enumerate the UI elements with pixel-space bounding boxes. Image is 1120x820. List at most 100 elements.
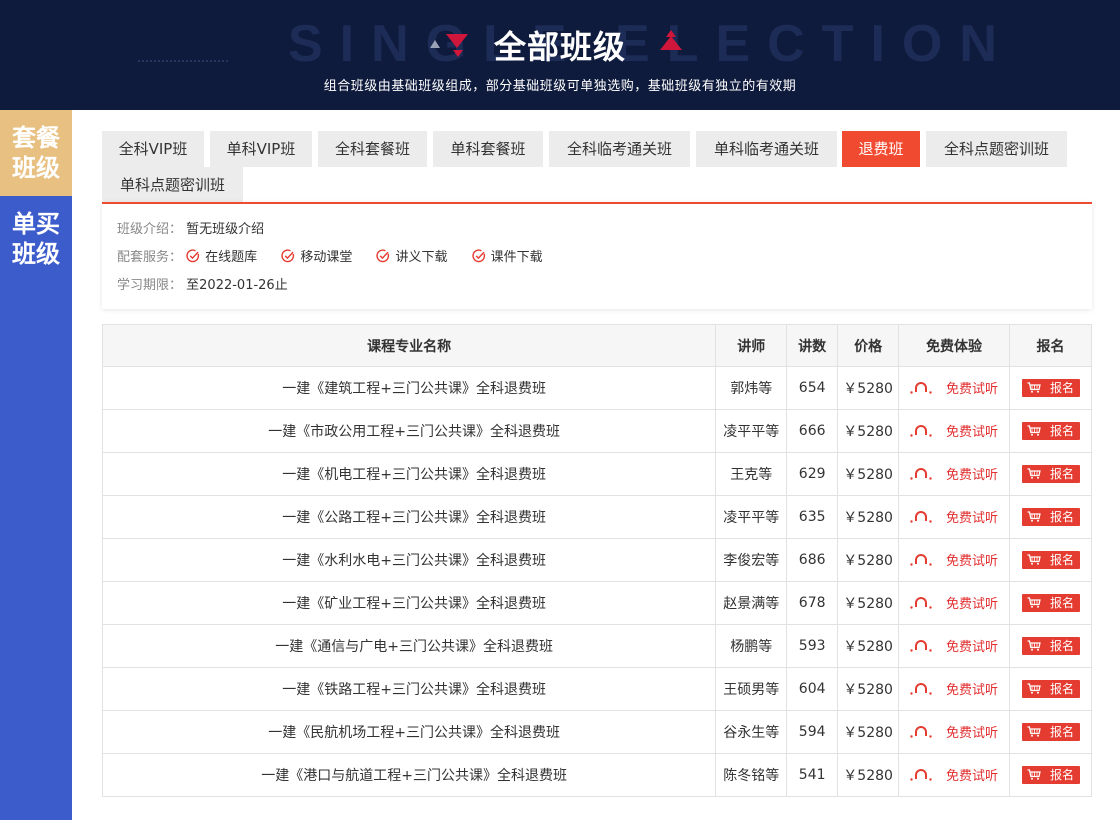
course-lectures: 604: [786, 667, 839, 711]
table-row: 一建《港口与航道工程+三门公共课》全科退费班 陈冬铭等 541 ￥5280 免费试听 报名: [101, 753, 1092, 797]
trial-cell: 免费试听: [898, 581, 1011, 625]
check-circle-icon: [281, 249, 295, 263]
check-circle-icon: [376, 249, 390, 263]
enroll-button[interactable]: 报名: [1021, 464, 1080, 483]
course-price: ￥5280: [837, 452, 900, 496]
trial-cell: 免费试听: [898, 538, 1011, 582]
enroll-button[interactable]: 报名: [1021, 421, 1080, 440]
page-title: 全部班级: [493, 28, 626, 66]
enroll-cell: 报名: [1009, 452, 1092, 496]
headphone-icon: [910, 382, 932, 394]
service-label: 移动课堂: [300, 250, 353, 265]
enroll-button[interactable]: 报名: [1021, 636, 1080, 655]
free-trial-label: 免费试听: [946, 639, 999, 655]
tab-single-vip[interactable]: 单科VIP班: [210, 131, 312, 167]
trial-cell: 免费试听: [898, 753, 1011, 797]
free-trial-label: 免费试听: [946, 553, 999, 569]
tab-single-exam-pass[interactable]: 单科临考通关班: [696, 131, 837, 167]
tab-all-vip[interactable]: 全科VIP班: [102, 131, 204, 167]
enroll-button[interactable]: 报名: [1021, 722, 1080, 741]
services-row: 配套服务： 在线题库 移动课堂 讲义下载 课件下载: [117, 248, 563, 268]
headphone-icon: [910, 640, 932, 652]
service-item: 在线题库: [186, 248, 257, 268]
tab-all-package[interactable]: 全科套餐班: [318, 131, 427, 167]
course-teacher: 王克等: [715, 452, 788, 496]
course-name: 一建《铁路工程+三门公共课》全科退费班: [101, 667, 717, 711]
free-trial-link[interactable]: 免费试听: [910, 593, 998, 612]
trial-cell: 免费试听: [898, 667, 1011, 711]
course-lectures: 686: [786, 538, 839, 582]
course-lectures: 541: [786, 753, 839, 797]
enroll-button[interactable]: 报名: [1021, 378, 1080, 397]
free-trial-link[interactable]: 免费试听: [910, 679, 998, 698]
column-header-trial: 免费体验: [898, 324, 1011, 367]
enroll-button[interactable]: 报名: [1021, 593, 1080, 612]
column-header-enroll: 报名: [1009, 324, 1092, 367]
tab-all-key-points[interactable]: 全科点题密训班: [926, 131, 1067, 167]
enroll-label: 报名: [1050, 510, 1075, 525]
services-label: 配套服务：: [117, 250, 183, 265]
free-trial-label: 免费试听: [946, 467, 999, 483]
free-trial-link[interactable]: 免费试听: [910, 464, 998, 483]
course-teacher: 赵景满等: [715, 581, 788, 625]
headphone-icon: [910, 468, 932, 480]
enroll-label: 报名: [1050, 467, 1075, 482]
class-intro-value: 暂无班级介绍: [186, 222, 265, 237]
sidebar-item-package-class[interactable]: 套餐 班级: [0, 110, 72, 196]
course-teacher: 凌平平等: [715, 409, 788, 453]
class-info-panel: 班级介绍： 暂无班级介绍 配套服务： 在线题库 移动课堂 讲义下载 课件下载 学…: [102, 202, 1092, 309]
table-header-row: 课程专业名称 讲师 讲数 价格 免费体验 报名: [101, 324, 1092, 367]
course-name: 一建《矿业工程+三门公共课》全科退费班: [101, 581, 717, 625]
tab-all-exam-pass[interactable]: 全科临考通关班: [549, 131, 690, 167]
headphone-icon: [910, 511, 932, 523]
enroll-button[interactable]: 报名: [1021, 507, 1080, 526]
enroll-cell: 报名: [1009, 667, 1092, 711]
course-lectures: 593: [786, 624, 839, 668]
tab-refund-class[interactable]: 退费班: [842, 131, 920, 167]
headphone-icon: [910, 554, 932, 566]
course-name: 一建《民航机场工程+三门公共课》全科退费班: [101, 710, 717, 754]
check-circle-icon: [186, 249, 200, 263]
enroll-button[interactable]: 报名: [1021, 765, 1080, 784]
sidebar-item-label: 套餐: [12, 124, 60, 152]
free-trial-label: 免费试听: [946, 682, 999, 698]
trial-cell: 免费试听: [898, 624, 1011, 668]
free-trial-label: 免费试听: [946, 424, 999, 440]
enroll-cell: 报名: [1009, 710, 1092, 754]
table-row: 一建《矿业工程+三门公共课》全科退费班 赵景满等 678 ￥5280 免费试听 报名: [101, 581, 1092, 625]
free-trial-link[interactable]: 免费试听: [910, 722, 998, 741]
tab-single-package[interactable]: 单科套餐班: [433, 131, 543, 167]
course-teacher: 谷永生等: [715, 710, 788, 754]
enroll-cell: 报名: [1009, 753, 1092, 797]
enroll-button[interactable]: 报名: [1021, 550, 1080, 569]
trial-cell: 免费试听: [898, 710, 1011, 754]
free-trial-link[interactable]: 免费试听: [910, 421, 998, 440]
enroll-cell: 报名: [1009, 409, 1092, 453]
free-trial-link[interactable]: 免费试听: [910, 765, 998, 784]
course-lectures: 635: [786, 495, 839, 539]
free-trial-link[interactable]: 免费试听: [910, 378, 998, 397]
enroll-button[interactable]: 报名: [1021, 679, 1080, 698]
free-trial-link[interactable]: 免费试听: [910, 550, 998, 569]
trial-cell: 免费试听: [898, 409, 1011, 453]
course-price: ￥5280: [837, 667, 900, 711]
trial-cell: 免费试听: [898, 495, 1011, 539]
service-item: 讲义下载: [376, 248, 447, 268]
free-trial-link[interactable]: 免费试听: [910, 507, 998, 526]
free-trial-label: 免费试听: [946, 510, 999, 526]
sidebar-item-label: 单买: [12, 210, 60, 238]
course-price: ￥5280: [837, 624, 900, 668]
class-intro-label: 班级介绍：: [117, 222, 183, 237]
course-name: 一建《建筑工程+三门公共课》全科退费班: [101, 366, 717, 410]
free-trial-link[interactable]: 免费试听: [910, 636, 998, 655]
enroll-label: 报名: [1050, 381, 1075, 396]
tab-single-key-points[interactable]: 单科点题密训班: [102, 167, 243, 203]
enroll-label: 报名: [1050, 768, 1075, 783]
headphone-icon: [910, 597, 932, 609]
sidebar-item-single-class[interactable]: 单买 班级: [0, 196, 72, 282]
headphone-icon: [910, 769, 932, 781]
table-row: 一建《机电工程+三门公共课》全科退费班 王克等 629 ￥5280 免费试听 报名: [101, 452, 1092, 496]
cart-icon: [1027, 511, 1041, 523]
headphone-icon: [910, 726, 932, 738]
check-circle-icon: [471, 249, 485, 263]
